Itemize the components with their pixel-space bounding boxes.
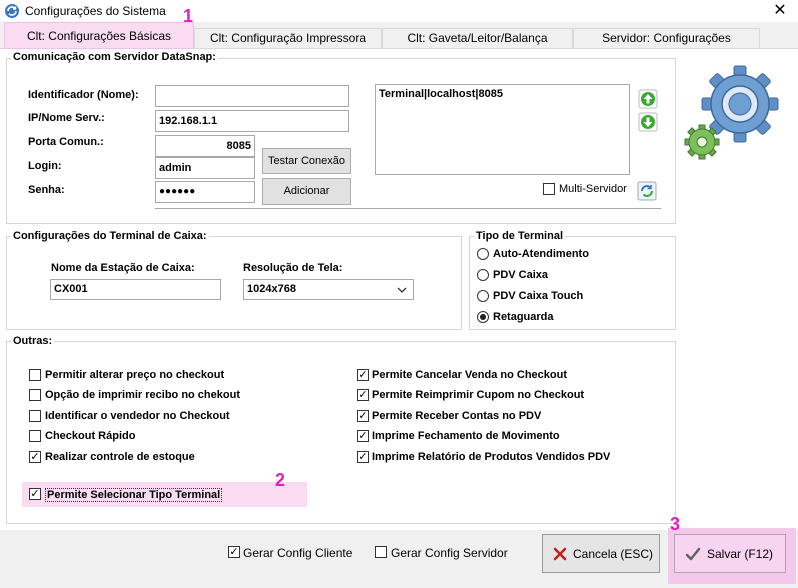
server-list-item[interactable]: Terminal|localhost|8085: [379, 88, 503, 100]
radio-label: Retaguarda: [493, 311, 554, 323]
cancel-button[interactable]: Cancela (ESC): [542, 534, 660, 573]
marker-3: 3: [670, 514, 681, 534]
checkbox-label: Realizar controle de estoque: [45, 451, 195, 463]
radio-label: PDV Caixa Touch: [493, 290, 584, 302]
save-label: Salvar (F12): [707, 547, 774, 561]
gears-icon: [684, 60, 784, 164]
radio-pdv-caixa-touch[interactable]: [477, 290, 489, 302]
move-down-button[interactable]: [638, 112, 658, 132]
chevron-down-icon: [397, 287, 407, 293]
close-icon[interactable]: ✕: [770, 1, 790, 21]
resolution-select[interactable]: 1024x768: [243, 279, 414, 300]
login-label: Login:: [28, 160, 62, 172]
checkbox-relatorio-produtos[interactable]: ✓: [357, 451, 369, 463]
tab-servidor-configuracoes[interactable]: Servidor: Configurações: [573, 28, 760, 48]
checkbox-label: Checkout Rápido: [45, 430, 136, 442]
radio-label: Auto-Atendimento: [493, 248, 589, 260]
test-connection-button[interactable]: Testar Conexão: [262, 148, 351, 174]
tab-configuracao-impressora[interactable]: Clt: Configuração Impressora: [194, 28, 382, 48]
gen-client-label: Gerar Config Cliente: [243, 546, 353, 560]
refresh-icon: [637, 181, 657, 201]
port-label: Porta Comun.:: [28, 136, 104, 148]
server-list[interactable]: Terminal|localhost|8085: [375, 84, 630, 175]
server-group-label: Comunicação com Servidor DataSnap:: [11, 51, 218, 63]
checkbox-alterar-preco[interactable]: [29, 369, 41, 381]
checkbox-label: Opção de imprimir recibo no chekout: [45, 389, 240, 401]
input-divider: [155, 208, 661, 210]
gen-server-checkbox[interactable]: [375, 546, 387, 558]
others-label: Outras:: [11, 335, 55, 347]
checkbox-fechamento-movimento[interactable]: ✓: [357, 430, 369, 442]
close-icon: [553, 547, 567, 561]
port-input[interactable]: 8085: [155, 135, 255, 157]
add-button[interactable]: Adicionar: [262, 178, 351, 205]
tab-configuracoes-basicas[interactable]: Clt: Configurações Básicas: [4, 22, 194, 49]
move-up-button[interactable]: [638, 89, 658, 109]
gen-server-label: Gerar Config Servidor: [391, 546, 508, 560]
password-input[interactable]: ●●●●●●: [155, 181, 255, 203]
tab-label: Clt: Gaveta/Leitor/Balança: [407, 31, 548, 45]
cancel-label: Cancela (ESC): [573, 547, 654, 561]
checkmark-icon: [685, 547, 701, 561]
arrow-down-icon: [638, 112, 658, 132]
save-button[interactable]: Salvar (F12): [674, 534, 786, 573]
title-bar: Configurações do Sistema ✕: [0, 0, 798, 22]
checkbox-label: Permite Reimprimir Cupom no Checkout: [372, 389, 585, 401]
checkbox-label: Permite Receber Contas no PDV: [372, 410, 542, 422]
multi-server-label: Multi-Servidor: [559, 183, 627, 195]
ip-label: IP/Nome Serv.:: [28, 112, 105, 124]
checkbox-selecionar-tipo-terminal[interactable]: ✓: [29, 488, 41, 500]
radio-auto-atendimento[interactable]: [477, 248, 489, 260]
id-input[interactable]: [155, 85, 349, 107]
app-refresh-icon: [5, 4, 19, 18]
multi-server-checkbox[interactable]: [543, 183, 555, 195]
checkbox-controle-estoque[interactable]: ✓: [29, 451, 41, 463]
checkbox-label: Permite Selecionar Tipo Terminal: [45, 488, 223, 502]
password-label: Senha:: [28, 184, 65, 196]
checkbox-cancelar-venda[interactable]: ✓: [357, 369, 369, 381]
checkbox-label: Imprime Relatório de Produtos Vendidos P…: [372, 451, 611, 463]
checkbox-identificar-vendedor[interactable]: [29, 410, 41, 422]
tab-label: Clt: Configurações Básicas: [26, 29, 172, 43]
terminal-config-label: Configurações do Terminal de Caixa:: [11, 230, 209, 242]
checkbox-reimprimir-cupom[interactable]: ✓: [357, 389, 369, 401]
checkbox-imprimir-recibo[interactable]: [29, 389, 41, 401]
checkbox-label: Permite Cancelar Venda no Checkout: [372, 369, 568, 381]
checkbox-checkout-rapido[interactable]: [29, 430, 41, 442]
checkbox-label: Imprime Fechamento de Movimento: [372, 430, 560, 442]
resolution-value: 1024x768: [247, 283, 296, 295]
marker-2: 2: [275, 470, 286, 490]
radio-label: PDV Caixa: [493, 269, 549, 281]
checkbox-receber-contas[interactable]: ✓: [357, 410, 369, 422]
resolution-label: Resolução de Tela:: [243, 262, 343, 274]
station-input[interactable]: CX001: [50, 279, 221, 300]
tab-label: Clt: Configuração Impressora: [209, 31, 367, 45]
radio-pdv-caixa[interactable]: [477, 269, 489, 281]
tab-label: Servidor: Configurações: [602, 31, 731, 45]
window-title: Configurações do Sistema: [25, 4, 166, 18]
login-input[interactable]: admin: [155, 157, 255, 179]
radio-retaguarda[interactable]: [477, 311, 489, 323]
id-label: Identificador (Nome):: [28, 89, 139, 101]
tab-gaveta-leitor-balanca[interactable]: Clt: Gaveta/Leitor/Balança: [382, 28, 573, 48]
station-label: Nome da Estação de Caixa:: [51, 262, 195, 274]
gen-client-checkbox[interactable]: ✓: [228, 546, 240, 558]
checkbox-label: Identificar o vendedor no Checkout: [45, 410, 230, 422]
ip-input[interactable]: 192.168.1.1: [155, 110, 349, 132]
terminal-type-label: Tipo de Terminal: [474, 230, 565, 242]
refresh-button[interactable]: [637, 181, 657, 201]
checkbox-label: Permitir alterar preço no checkout: [45, 369, 225, 381]
arrow-up-icon: [638, 89, 658, 109]
